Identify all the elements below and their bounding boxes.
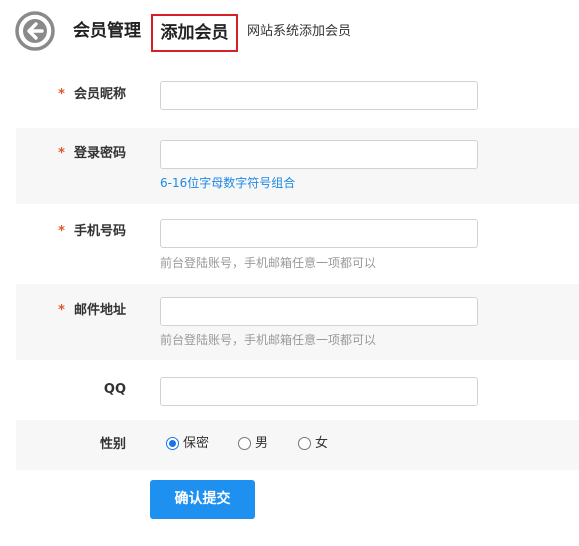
page-description: 网站系统添加会员 [247,24,352,39]
gender-label: 性别 [99,437,126,452]
radio-checked-icon[interactable] [166,437,179,450]
phone-hint: 前台登陆账号，手机邮箱任意一项都可以 [160,256,377,270]
password-row: * 登录密码 6-16位字母数字符号组合 [16,128,579,204]
phone-label: * 手机号码 [58,224,126,239]
nickname-label: * 会员昵称 [58,87,126,102]
required-mark: * [58,303,65,318]
required-mark: * [58,87,65,102]
qq-row: QQ [16,366,579,416]
password-label: * 登录密码 [58,146,126,161]
qq-label: QQ [103,382,126,397]
radio-unchecked-icon[interactable] [298,437,311,450]
submit-button[interactable]: 确认提交 [150,480,255,519]
radio-unchecked-icon[interactable] [238,437,251,450]
nickname-input[interactable] [160,81,478,110]
page-title: 添加会员 [151,14,238,52]
add-member-page: 会员管理 添加会员 网站系统添加会员 * 会员昵称 * 登录密码 6-16位字母数字… [0,0,579,546]
required-mark: * [58,146,65,161]
password-hint: 6-16位字母数字符号组合 [160,176,296,190]
email-hint: 前台登陆账号，手机邮箱任意一项都可以 [160,333,377,347]
phone-row: * 手机号码 前台登陆账号，手机邮箱任意一项都可以 [16,206,579,278]
email-input[interactable] [160,297,478,326]
nickname-row: * 会员昵称 [16,70,579,120]
gender-row: 性别 保密 男 女 [16,420,579,470]
breadcrumb-section[interactable]: 会员管理 [73,20,141,42]
qq-input[interactable] [160,377,478,406]
email-label: * 邮件地址 [58,303,126,318]
required-mark: * [58,224,65,239]
back-arrow-icon[interactable] [15,11,55,51]
password-input[interactable] [160,140,478,169]
phone-input[interactable] [160,219,478,248]
email-row: * 邮件地址 前台登陆账号，手机邮箱任意一项都可以 [16,284,579,360]
